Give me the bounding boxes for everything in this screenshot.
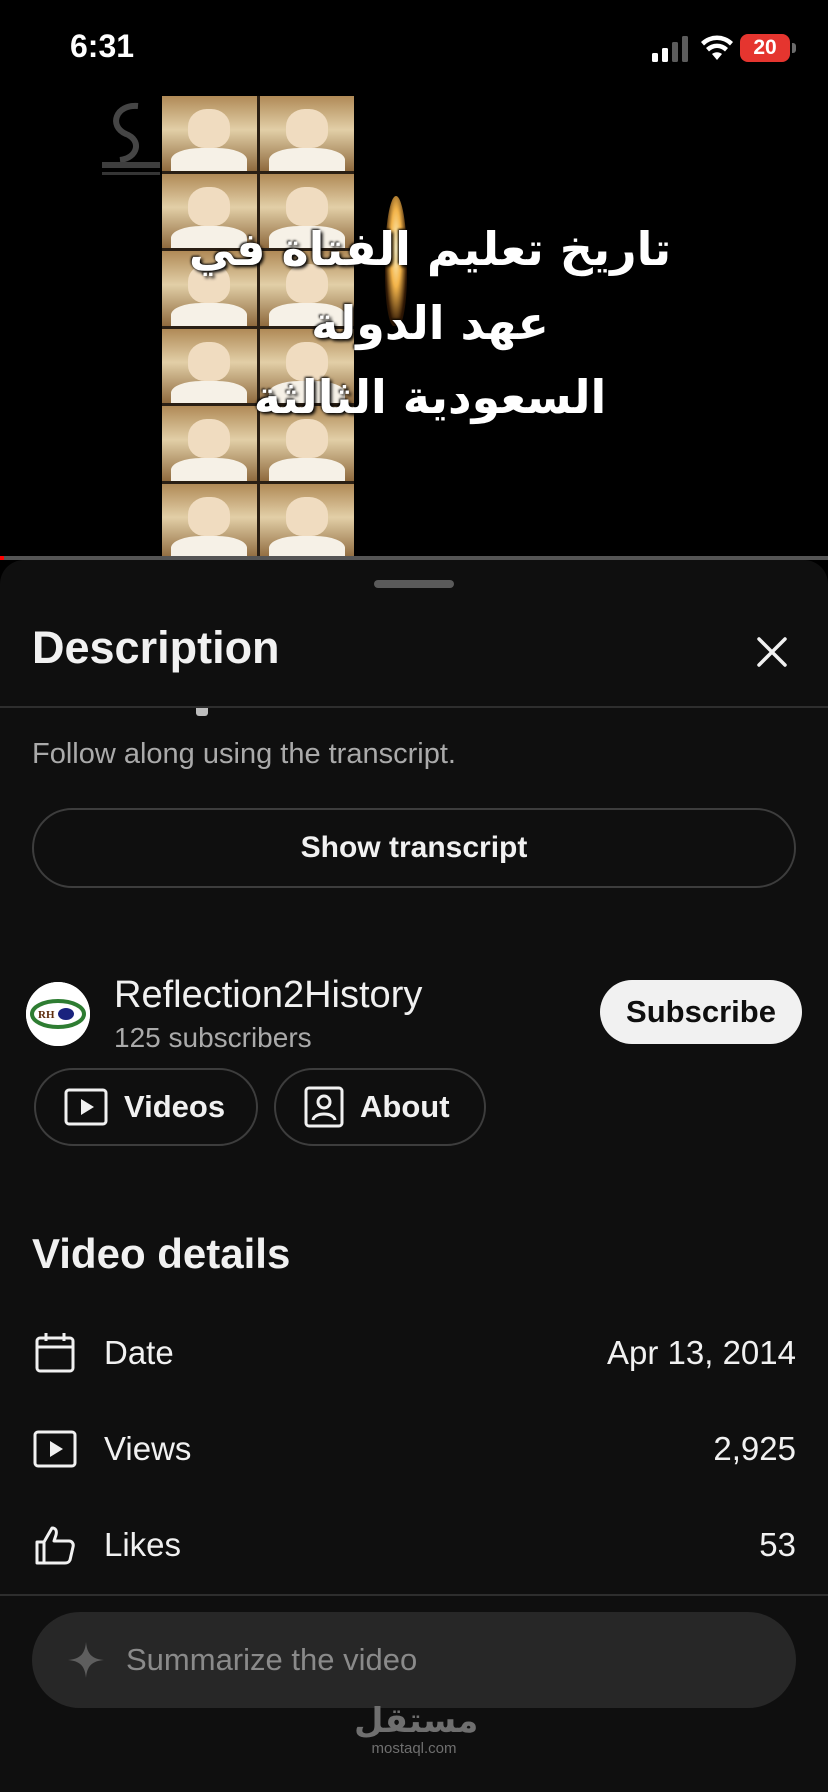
- sheet-grabber[interactable]: [374, 580, 454, 588]
- detail-row-views: Views 2,925: [32, 1419, 796, 1479]
- battery-icon: 20: [740, 34, 790, 62]
- sparkle-icon: [68, 1642, 104, 1678]
- video-details-title: Video details: [32, 1230, 291, 1277]
- close-button[interactable]: [752, 632, 792, 672]
- status-time: 6:31: [70, 28, 135, 64]
- show-transcript-button[interactable]: Show transcript: [32, 808, 796, 888]
- portrait-image: [162, 483, 257, 558]
- channel-videos-label: Videos: [124, 1089, 226, 1124]
- detail-row-date: Date Apr 13, 2014: [32, 1323, 796, 1383]
- clipped-text-fragment: [196, 708, 208, 716]
- transcript-hint: Follow along using the transcript.: [32, 738, 456, 770]
- mostaql-watermark: مستقل mostaql.com: [354, 1701, 479, 1758]
- channel-avatar[interactable]: RH: [26, 982, 90, 1046]
- channel-subscriber-count: 125 subscribers: [114, 1022, 312, 1053]
- channel-logo-icon: RH: [26, 982, 90, 1046]
- play-icon: [32, 1426, 78, 1472]
- thumbs-up-icon: [32, 1522, 78, 1568]
- sheet-divider: [0, 706, 828, 708]
- watermark-latin: mostaql.com: [371, 1740, 457, 1757]
- detail-value: 53: [759, 1526, 796, 1563]
- detail-label: Likes: [104, 1526, 182, 1563]
- portrait-image: [259, 483, 354, 558]
- channel-about-button[interactable]: About: [274, 1068, 486, 1146]
- video-player[interactable]: تاريخ تعليم الفتاة في عهد الدولة السعودي…: [0, 96, 828, 558]
- portrait-image: [162, 96, 257, 171]
- wifi-icon: [701, 35, 733, 60]
- bottom-divider: [0, 1594, 828, 1596]
- detail-label: Date: [104, 1334, 174, 1371]
- subscribe-button[interactable]: Subscribe: [600, 980, 802, 1044]
- video-progress-fill: [0, 556, 4, 560]
- channel-name[interactable]: Reflection2History: [114, 974, 422, 1017]
- detail-value: Apr 13, 2014: [607, 1334, 796, 1371]
- sheet-title: Description: [32, 622, 280, 673]
- detail-label: Views: [104, 1430, 192, 1467]
- video-title-line-1: تاريخ تعليم الفتاة في: [188, 222, 672, 276]
- watermark-arabic: مستقل: [354, 1701, 479, 1741]
- person-box-icon: [304, 1086, 344, 1128]
- detail-row-likes: Likes 53: [32, 1515, 796, 1575]
- video-title-line-3: السعودية الثالثة: [253, 370, 607, 424]
- channel-watermark-logo: [102, 102, 160, 175]
- description-sheet: Description Follow along using the trans…: [0, 560, 828, 1792]
- video-title-line-2: عهد الدولة: [311, 296, 549, 350]
- detail-value: 2,925: [713, 1430, 796, 1467]
- calendar-icon: [32, 1330, 78, 1376]
- portrait-image: [259, 96, 354, 171]
- cellular-signal-icon: [652, 36, 688, 62]
- avatar-text: RH: [38, 1009, 55, 1021]
- close-icon: [757, 637, 787, 667]
- status-bar: 6:31 20: [0, 0, 828, 96]
- channel-videos-button[interactable]: Videos: [34, 1068, 258, 1146]
- summarize-video-input[interactable]: Summarize the video: [32, 1612, 796, 1708]
- summarize-placeholder: Summarize the video: [126, 1642, 418, 1677]
- battery-cap: [792, 43, 796, 53]
- play-box-icon: [64, 1088, 108, 1126]
- video-title-overlay: تاريخ تعليم الفتاة في عهد الدولة السعودي…: [160, 212, 700, 434]
- channel-about-label: About: [360, 1089, 450, 1124]
